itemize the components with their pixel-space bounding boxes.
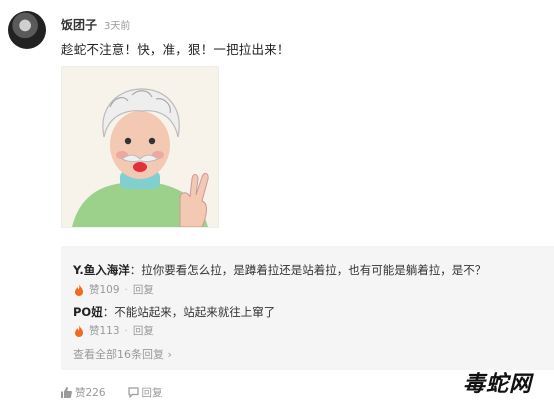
comment-text: 趁蛇不注意！快，准，狠！一把拉出来！ bbox=[61, 42, 290, 57]
reply-2-likes[interactable]: 赞113 bbox=[89, 323, 120, 338]
reply-1-meta: 赞109 · 回复 bbox=[73, 282, 154, 297]
like-count: 赞226 bbox=[75, 387, 106, 399]
reply-1: Y.鱼入海洋：拉你要看怎么拉，是蹲着拉还是站着拉，也有可能是躺着拉，是不？ bbox=[73, 262, 486, 278]
reply-2: PO妞：不能站起来，站起来就往上窜了 bbox=[73, 304, 275, 320]
flame-icon[interactable] bbox=[73, 324, 85, 337]
meta-separator: · bbox=[124, 283, 128, 296]
meta-separator: · bbox=[124, 324, 128, 337]
reply-1-author[interactable]: Y.鱼入海洋 bbox=[73, 263, 130, 277]
reply-section: Y.鱼入海洋：拉你要看怎么拉，是蹲着拉还是站着拉，也有可能是躺着拉，是不？ 赞1… bbox=[61, 246, 554, 370]
view-all-replies-link[interactable]: 查看全部16条回复 › bbox=[73, 346, 172, 362]
reply-label: 回复 bbox=[141, 387, 163, 399]
reply-2-meta: 赞113 · 回复 bbox=[73, 323, 154, 338]
post-time: 3天前 bbox=[104, 21, 131, 32]
thumbs-up-icon bbox=[61, 387, 72, 398]
view-all-label: 查看全部16条回复 bbox=[73, 348, 164, 361]
avatar[interactable] bbox=[8, 11, 46, 49]
reply-2-author[interactable]: PO妞 bbox=[73, 305, 103, 319]
reply-1-likes[interactable]: 赞109 bbox=[89, 282, 120, 297]
watermark: 毒蛇网 bbox=[462, 371, 532, 397]
reply-2-text: ：不能站起来，站起来就往上窜了 bbox=[102, 305, 276, 319]
reply-icon bbox=[127, 387, 139, 398]
comment-image[interactable] bbox=[61, 66, 219, 228]
like-button[interactable]: 赞226 bbox=[61, 385, 106, 400]
reply-button[interactable]: 回复 bbox=[127, 385, 163, 400]
reply-2-reply-button[interactable]: 回复 bbox=[133, 323, 154, 338]
reply-1-reply-button[interactable]: 回复 bbox=[133, 282, 154, 297]
chevron-right-icon: › bbox=[164, 348, 172, 361]
reply-1-text: ：拉你要看怎么拉，是蹲着拉还是站着拉，也有可能是躺着拉，是不？ bbox=[129, 263, 487, 277]
drawing-old-man-icon bbox=[62, 67, 218, 227]
comment-footer: 赞226 回复 bbox=[61, 385, 185, 400]
flame-icon[interactable] bbox=[73, 283, 85, 296]
username[interactable]: 饭团子 bbox=[61, 16, 97, 33]
